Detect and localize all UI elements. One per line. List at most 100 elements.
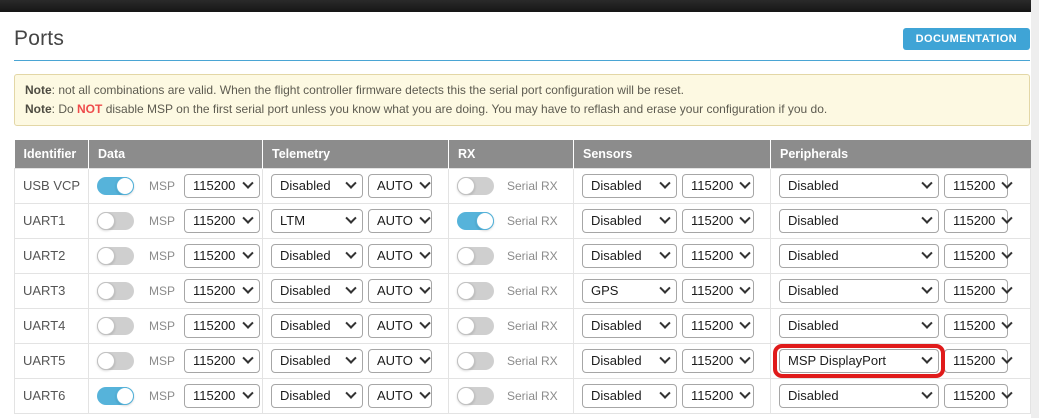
sensors-function-select[interactable]: Disabled bbox=[582, 384, 677, 408]
highlight-annotation: Disabled bbox=[779, 244, 939, 268]
chevron-down-icon bbox=[921, 247, 932, 258]
telemetry-speed-select[interactable]: AUTO bbox=[368, 174, 432, 198]
peripherals-baud-select[interactable]: 115200 bbox=[944, 174, 1008, 198]
telemetry-speed-select[interactable]: AUTO bbox=[368, 349, 432, 373]
chevron-down-icon bbox=[345, 317, 356, 328]
serial-rx-label: Serial RX bbox=[507, 284, 558, 298]
telemetry-function-select[interactable]: Disabled bbox=[271, 349, 363, 373]
chevron-down-icon bbox=[740, 282, 751, 293]
serial-rx-toggle[interactable] bbox=[457, 282, 494, 300]
selected-value: Disabled bbox=[591, 178, 642, 193]
chevron-down-icon bbox=[1002, 317, 1013, 328]
peripherals-baud-select[interactable]: 115200 bbox=[944, 279, 1008, 303]
toggle-knob bbox=[457, 177, 475, 195]
telemetry-speed-select[interactable]: AUTO bbox=[368, 244, 432, 268]
highlight-annotation: Disabled bbox=[779, 209, 939, 233]
selected-value: Disabled bbox=[280, 388, 331, 403]
highlight-annotation: Disabled bbox=[779, 279, 939, 303]
chevron-down-icon bbox=[242, 282, 253, 293]
sensors-function-select[interactable]: Disabled bbox=[582, 174, 677, 198]
table-row: USB VCP MSP 115200 Disabled AUTO Serial … bbox=[15, 168, 1031, 203]
data-baud-select[interactable]: 115200 bbox=[184, 349, 260, 373]
telemetry-speed-select[interactable]: AUTO bbox=[368, 209, 432, 233]
peripherals-baud-select[interactable]: 115200 bbox=[944, 314, 1008, 338]
chevron-down-icon bbox=[740, 177, 751, 188]
sensors-function-select[interactable]: Disabled bbox=[582, 314, 677, 338]
serial-rx-toggle[interactable] bbox=[457, 212, 494, 230]
chevron-down-icon bbox=[419, 212, 430, 223]
chevron-down-icon bbox=[419, 247, 430, 258]
telemetry-function-select[interactable]: Disabled bbox=[271, 384, 363, 408]
telemetry-speed-select[interactable]: AUTO bbox=[368, 314, 432, 338]
selected-value: 115200 bbox=[193, 353, 235, 368]
data-msp-toggle[interactable] bbox=[97, 177, 134, 195]
sensors-function-select[interactable]: GPS bbox=[582, 279, 677, 303]
data-msp-toggle[interactable] bbox=[97, 317, 134, 335]
sensors-baud-select[interactable]: 115200 bbox=[682, 244, 754, 268]
sensors-baud-select[interactable]: 115200 bbox=[682, 314, 754, 338]
data-baud-select[interactable]: 115200 bbox=[184, 279, 260, 303]
sensors-baud-select[interactable]: 115200 bbox=[682, 384, 754, 408]
telemetry-function-select[interactable]: Disabled bbox=[271, 279, 363, 303]
peripherals-function-select[interactable]: Disabled bbox=[779, 279, 939, 303]
data-msp-toggle[interactable] bbox=[97, 212, 134, 230]
header-telemetry: Telemetry bbox=[263, 140, 449, 168]
serial-rx-toggle[interactable] bbox=[457, 352, 494, 370]
data-baud-select[interactable]: 115200 bbox=[184, 174, 260, 198]
data-msp-toggle[interactable] bbox=[97, 282, 134, 300]
telemetry-function-select[interactable]: Disabled bbox=[271, 314, 363, 338]
selected-value: 115200 bbox=[691, 283, 733, 298]
telemetry-function-select[interactable]: Disabled bbox=[271, 244, 363, 268]
peripherals-baud-select[interactable]: 115200 bbox=[944, 209, 1008, 233]
sensors-baud-select[interactable]: 115200 bbox=[682, 279, 754, 303]
data-baud-select[interactable]: 115200 bbox=[184, 244, 260, 268]
selected-value: LTM bbox=[280, 213, 305, 228]
peripherals-baud-select[interactable]: 115200 bbox=[944, 349, 1008, 373]
sensors-function-select[interactable]: Disabled bbox=[582, 209, 677, 233]
data-baud-select[interactable]: 115200 bbox=[184, 314, 260, 338]
serial-rx-toggle[interactable] bbox=[457, 247, 494, 265]
documentation-button[interactable]: DOCUMENTATION bbox=[903, 28, 1030, 50]
data-baud-select[interactable]: 115200 bbox=[184, 209, 260, 233]
note-box: Note: not all combinations are valid. Wh… bbox=[14, 74, 1030, 126]
telemetry-speed-select[interactable]: AUTO bbox=[368, 384, 432, 408]
serial-rx-toggle[interactable] bbox=[457, 317, 494, 335]
data-msp-toggle[interactable] bbox=[97, 247, 134, 265]
data-msp-toggle[interactable] bbox=[97, 387, 134, 405]
msp-label: MSP bbox=[149, 319, 177, 333]
data-baud-select[interactable]: 115200 bbox=[184, 384, 260, 408]
note-line-1: Note: not all combinations are valid. Wh… bbox=[25, 81, 1019, 100]
selected-value: AUTO bbox=[377, 178, 413, 193]
peripherals-function-select[interactable]: MSP DisplayPort bbox=[779, 349, 939, 373]
toggle-knob bbox=[97, 247, 115, 265]
chevron-down-icon bbox=[419, 352, 430, 363]
data-msp-toggle[interactable] bbox=[97, 352, 134, 370]
peripherals-baud-select[interactable]: 115200 bbox=[944, 384, 1008, 408]
peripherals-baud-select[interactable]: 115200 bbox=[944, 244, 1008, 268]
content-area: Ports DOCUMENTATION Note: not all combin… bbox=[0, 27, 1031, 414]
peripherals-function-select[interactable]: Disabled bbox=[779, 314, 939, 338]
selected-value: Disabled bbox=[280, 283, 331, 298]
peripherals-function-select[interactable]: Disabled bbox=[779, 209, 939, 233]
msp-label: MSP bbox=[149, 249, 177, 263]
chevron-down-icon bbox=[659, 352, 670, 363]
port-identifier: UART3 bbox=[15, 273, 89, 308]
serial-rx-toggle[interactable] bbox=[457, 387, 494, 405]
table-header-row: Identifier Data Telemetry RX Sensors Per… bbox=[15, 140, 1031, 168]
table-row: UART5 MSP 115200 Disabled AUTO Serial RX bbox=[15, 343, 1031, 378]
peripherals-function-select[interactable]: Disabled bbox=[779, 244, 939, 268]
chevron-down-icon bbox=[1002, 212, 1013, 223]
peripherals-function-select[interactable]: Disabled bbox=[779, 384, 939, 408]
chevron-down-icon bbox=[1002, 177, 1013, 188]
telemetry-speed-select[interactable]: AUTO bbox=[368, 279, 432, 303]
sensors-baud-select[interactable]: 115200 bbox=[682, 209, 754, 233]
serial-rx-toggle[interactable] bbox=[457, 177, 494, 195]
sensors-function-select[interactable]: Disabled bbox=[582, 349, 677, 373]
sensors-function-select[interactable]: Disabled bbox=[582, 244, 677, 268]
telemetry-function-select[interactable]: Disabled bbox=[271, 174, 363, 198]
peripherals-function-select[interactable]: Disabled bbox=[779, 174, 939, 198]
sensors-baud-select[interactable]: 115200 bbox=[682, 174, 754, 198]
sensors-baud-select[interactable]: 115200 bbox=[682, 349, 754, 373]
chevron-down-icon bbox=[242, 387, 253, 398]
telemetry-function-select[interactable]: LTM bbox=[271, 209, 363, 233]
